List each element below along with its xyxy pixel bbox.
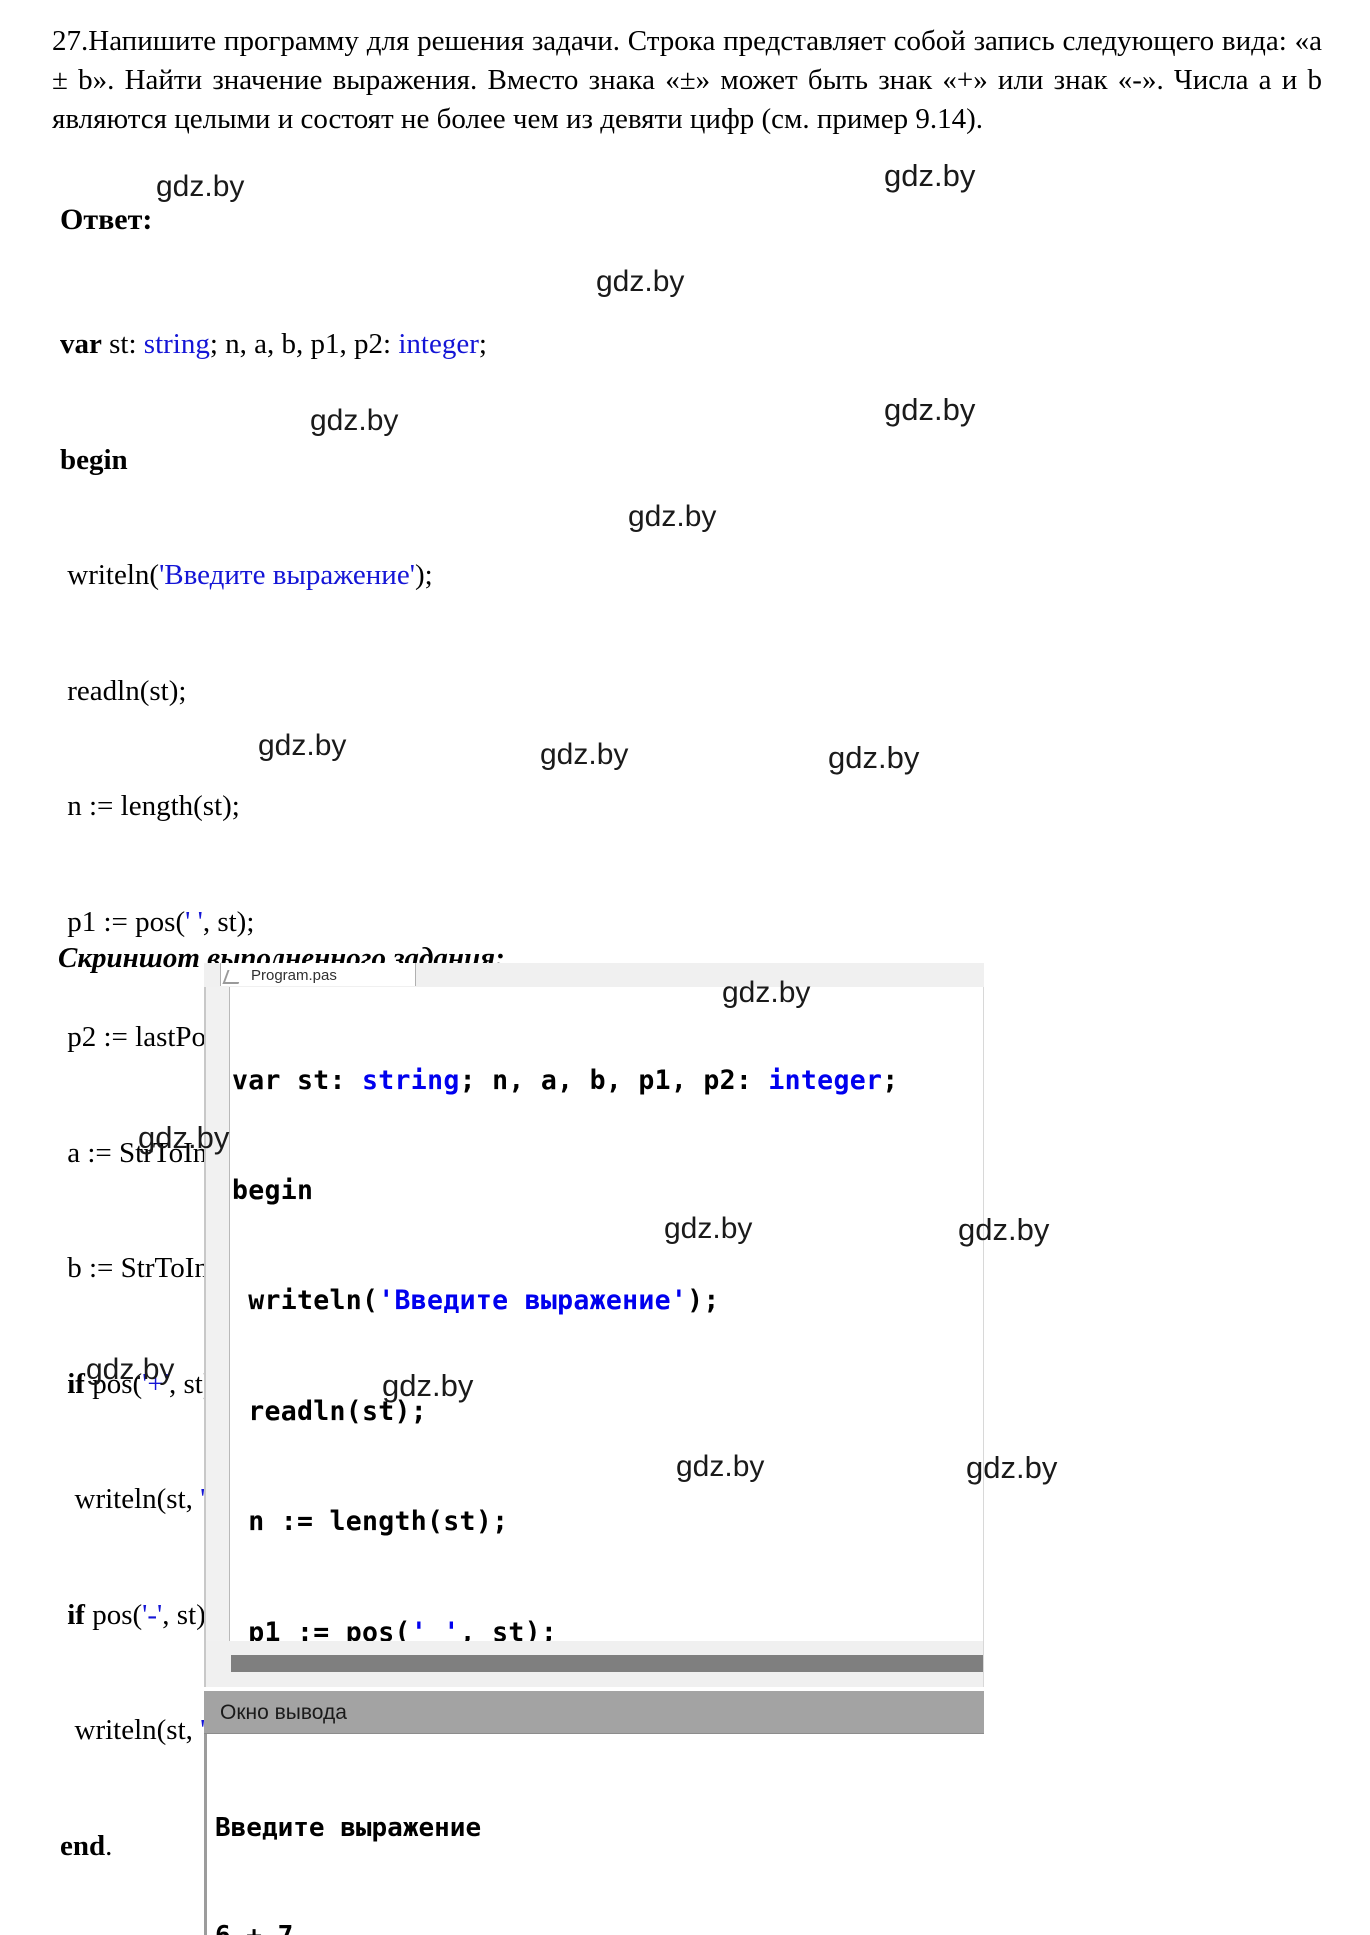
watermark: gdz.by	[540, 738, 629, 771]
ide-output-title-bar: Окно вывода	[204, 1691, 984, 1734]
watermark: gdz.by	[156, 170, 245, 203]
ide-code-editor[interactable]: var st: string; n, a, b, p1, p2: integer…	[204, 987, 984, 1641]
watermark: gdz.by	[138, 1120, 230, 1155]
code-line: p1 := pos(' ', st);	[60, 905, 255, 938]
ide-horizontal-scrollbar[interactable]	[204, 1641, 984, 1687]
task-statement: 27.Напишите программу для решения задачи…	[52, 25, 1322, 135]
watermark: gdz.by	[596, 265, 685, 298]
ide-code-line: n := length(st);	[232, 1506, 509, 1538]
watermark: gdz.by	[664, 1212, 753, 1245]
watermark: gdz.by	[884, 158, 976, 193]
ide-code-line: begin	[232, 1174, 314, 1206]
watermark: gdz.by	[884, 392, 976, 427]
document-icon	[222, 970, 244, 984]
ide-output-body[interactable]: Введите выражение 6 + 7 6 + 7 = 13	[204, 1734, 984, 1935]
output-line: 6 + 7	[215, 1918, 481, 1935]
ide-screenshot: Program.pas var st: string; n, a, b, p1,…	[204, 963, 984, 1935]
watermark: gdz.by	[828, 740, 920, 775]
ide-tab-strip: Program.pas	[204, 963, 984, 988]
code-line: begin	[60, 443, 128, 476]
ide-code-line: p1 := pos(' ', st);	[232, 1616, 558, 1641]
ide-code-line: readln(st);	[232, 1395, 428, 1427]
code-line: writeln('Введите выражение');	[60, 559, 433, 591]
watermark: gdz.by	[722, 976, 811, 1009]
watermark: gdz.by	[258, 729, 347, 762]
ide-output-text: Введите выражение 6 + 7 6 + 7 = 13	[215, 1738, 481, 1935]
watermark: gdz.by	[310, 404, 399, 437]
watermark: gdz.by	[382, 1368, 474, 1403]
ide-output-window: Окно вывода Введите выражение 6 + 7 6 + …	[204, 1691, 984, 1935]
watermark: gdz.by	[966, 1450, 1058, 1485]
output-line: Введите выражение	[215, 1813, 482, 1843]
scrollbar-thumb[interactable]	[231, 1655, 983, 1672]
watermark: gdz.by	[86, 1353, 175, 1386]
ide-code-text: var st: string; n, a, b, p1, p2: integer…	[232, 989, 964, 1641]
code-line: readln(st);	[60, 674, 187, 707]
ide-tab-label: Program.pas	[251, 967, 337, 984]
code-line: n := length(st);	[60, 790, 240, 822]
watermark: gdz.by	[958, 1212, 1050, 1247]
watermark: gdz.by	[628, 500, 717, 533]
ide-output-title-label: Окно вывода	[220, 1701, 347, 1724]
ide-code-line: writeln('Введите выражение');	[232, 1285, 720, 1317]
answer-label: Ответ:	[60, 203, 153, 236]
ide-editor-gutter	[206, 987, 230, 1641]
ide-tab-program-pas[interactable]: Program.pas	[220, 963, 416, 986]
watermark: gdz.by	[676, 1450, 765, 1483]
code-line: var st: string; n, a, b, p1, p2: integer…	[60, 328, 487, 360]
ide-code-line: var st: string; n, a, b, p1, p2: integer…	[232, 1064, 899, 1096]
